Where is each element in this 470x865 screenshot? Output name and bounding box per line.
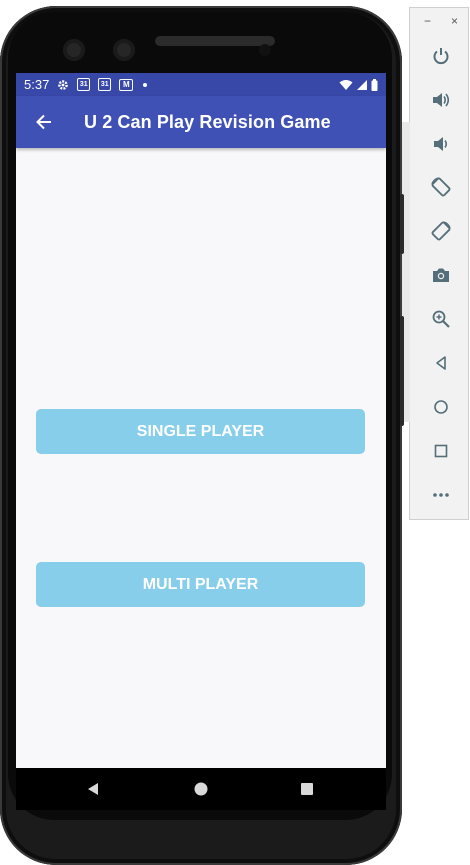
power-icon[interactable]	[429, 44, 453, 68]
nav-back-icon[interactable]	[73, 768, 113, 810]
status-bar: 5:37 31 31 M	[16, 73, 386, 96]
single-player-button[interactable]: SINGLE PLAYER	[36, 409, 365, 454]
front-camera-icon	[63, 39, 85, 61]
app-bar: U 2 Can Play Revision Game	[16, 96, 386, 148]
side-button	[400, 194, 404, 254]
volume-rocker	[400, 316, 404, 426]
page-title: U 2 Can Play Revision Game	[84, 111, 331, 132]
more-icon[interactable]	[429, 483, 453, 507]
wifi-icon	[339, 79, 353, 90]
battery-icon	[371, 78, 378, 91]
close-button[interactable]: ×	[451, 14, 458, 28]
volume-up-icon[interactable]	[429, 88, 453, 112]
zoom-icon[interactable]	[429, 307, 453, 331]
signal-icon	[357, 79, 367, 90]
speaker-grille	[155, 36, 275, 46]
calendar-icon: 31	[98, 78, 112, 91]
volume-down-icon[interactable]	[429, 132, 453, 156]
emulator-toolbar: − ×	[409, 7, 469, 520]
screenshot-icon[interactable]	[429, 263, 453, 287]
nav-overview-icon[interactable]	[287, 768, 327, 810]
home-icon[interactable]	[429, 395, 453, 419]
device-screen: 5:37 31 31 M U 2 Can Play Revision Game …	[16, 73, 386, 810]
nav-home-icon[interactable]	[181, 768, 221, 810]
navigation-bar	[16, 768, 386, 810]
overview-icon[interactable]	[429, 439, 453, 463]
rotate-left-icon[interactable]	[429, 175, 453, 199]
notification-dot-icon	[143, 82, 148, 87]
back-icon[interactable]	[429, 351, 453, 375]
calendar-icon: 31	[77, 78, 91, 91]
status-time: 5:37	[24, 77, 50, 92]
front-sensor-icon	[113, 39, 135, 61]
back-arrow-icon[interactable]	[32, 110, 56, 134]
mail-icon: M	[119, 78, 134, 91]
rotate-right-icon[interactable]	[429, 219, 453, 243]
proximity-sensor-icon	[259, 44, 271, 56]
status-indicators	[339, 78, 378, 91]
multi-player-button[interactable]: MULTI PLAYER	[36, 562, 365, 607]
settings-gear-icon	[57, 79, 69, 91]
minimize-button[interactable]: −	[424, 14, 431, 28]
